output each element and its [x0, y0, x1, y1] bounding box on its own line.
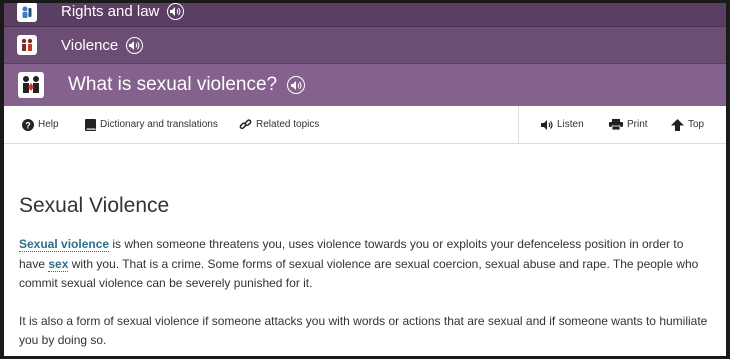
related-topics-label: Related topics — [256, 119, 320, 130]
breadcrumb-violence[interactable]: Violence — [4, 27, 726, 64]
breadcrumb-label: Violence — [61, 36, 119, 54]
toolbar: ? Help Dictionary and translations Relat… — [4, 106, 726, 144]
glossary-link-sexual-violence[interactable]: Sexual violence — [19, 237, 110, 252]
breadcrumb-label: Rights and law — [61, 3, 160, 20]
audio-play-icon[interactable] — [126, 36, 144, 54]
listen-label: Listen — [557, 119, 584, 130]
help-label: Help — [38, 119, 59, 130]
audio-play-icon[interactable] — [287, 76, 306, 94]
article: Sexual Violence Sexual violence is when … — [4, 194, 726, 351]
svg-text:?: ? — [25, 120, 31, 130]
sexual-violence-icon — [18, 72, 44, 98]
book-icon — [85, 118, 96, 131]
print-label: Print — [627, 119, 648, 130]
page-frame: Rights and law Violence What is sexual v… — [4, 3, 726, 356]
related-topics-button[interactable]: Related topics — [239, 118, 319, 131]
article-paragraph: It is also a form of sexual violence if … — [19, 313, 708, 348]
rights-law-icon — [17, 3, 37, 22]
help-button[interactable]: ? Help — [22, 118, 59, 131]
arrow-up-icon — [671, 118, 684, 131]
page-title: What is sexual violence? — [68, 74, 278, 95]
listen-button[interactable]: Listen — [541, 119, 584, 130]
violence-icon — [17, 35, 37, 55]
link-icon — [239, 119, 252, 130]
speaker-icon — [541, 119, 553, 130]
audio-play-icon[interactable] — [167, 3, 185, 20]
dictionary-button[interactable]: Dictionary and translations — [85, 118, 218, 131]
printer-icon — [609, 119, 623, 130]
top-label: Top — [688, 119, 705, 130]
article-paragraph: Sexual violence is when someone threaten… — [19, 235, 711, 294]
glossary-link-sex[interactable]: sex — [48, 256, 69, 272]
help-icon: ? — [22, 118, 34, 131]
top-button[interactable]: Top — [671, 118, 705, 131]
print-button[interactable]: Print — [609, 119, 648, 130]
page-header: What is sexual violence? — [4, 64, 726, 106]
dictionary-label: Dictionary and translations — [100, 119, 218, 130]
article-heading: Sexual Violence — [19, 194, 170, 217]
toolbar-divider — [518, 106, 519, 144]
breadcrumb-rights-and-law[interactable]: Rights and law — [4, 3, 726, 27]
paragraph-text: with you. That is a crime. Some forms of… — [19, 256, 699, 291]
